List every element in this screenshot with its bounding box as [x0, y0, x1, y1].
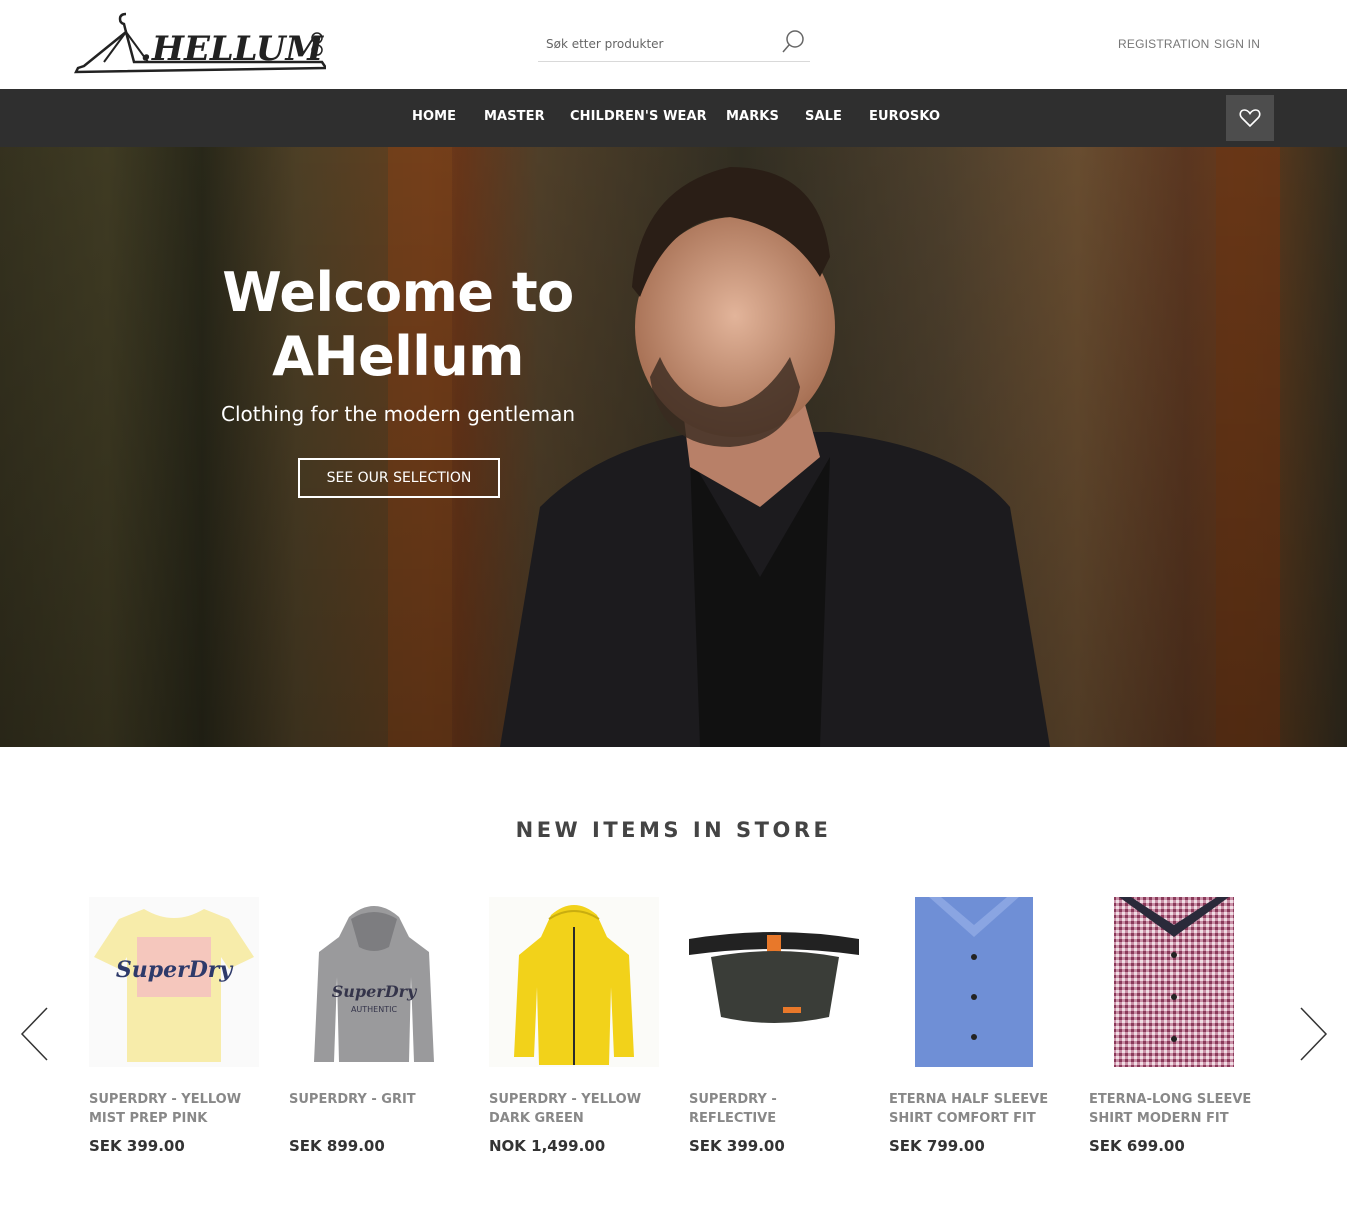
product-price: SEK 899.00 [289, 1137, 385, 1155]
product-card[interactable]: SuperDry AUTHENTIC SUPERDRY - GRIT SEK 8… [289, 897, 469, 1155]
product-image[interactable] [689, 897, 859, 1067]
svg-text:SuperDry: SuperDry [116, 957, 235, 983]
nav-item-marks[interactable]: MARKS [726, 109, 779, 124]
chevron-right-icon [1300, 1007, 1328, 1061]
sign-in-link[interactable]: SIGN IN [1214, 37, 1260, 51]
product-name[interactable]: SUPERDRY - YELLOW DARK GREEN [489, 1090, 661, 1128]
heart-icon [1239, 109, 1261, 128]
carousel-prev-arrow[interactable] [20, 1006, 50, 1062]
svg-text:AUTHENTIC: AUTHENTIC [351, 1005, 398, 1014]
section-title: NEW ITEMS IN STORE [515, 818, 832, 842]
product-price: SEK 799.00 [889, 1137, 985, 1155]
hero-image [0, 147, 1347, 747]
search-icon[interactable] [780, 28, 806, 56]
product-card[interactable]: ETERNA HALF SLEEVE SHIRT COMFORT FIT SEK… [889, 897, 1069, 1155]
logo-text: .HELLUM [140, 29, 324, 69]
svg-text:SuperDry: SuperDry [332, 982, 418, 1001]
hero-title-line2: AHellum [272, 325, 524, 388]
product-image[interactable] [1089, 897, 1259, 1067]
main-navigation: HOME MASTER CHILDREN'S WEAR MARKS SALE E… [0, 89, 1347, 147]
see-selection-button[interactable]: SEE OUR SELECTION [298, 458, 500, 498]
product-price: SEK 399.00 [89, 1137, 185, 1155]
product-card[interactable]: SUPERDRY - YELLOW DARK GREEN NOK 1,499.0… [489, 897, 669, 1155]
product-card[interactable]: SUPERDRY - REFLECTIVE SEK 399.00 [689, 897, 869, 1155]
product-price: NOK 1,499.00 [489, 1137, 606, 1155]
product-image[interactable]: SuperDry [89, 897, 259, 1067]
search-bar [538, 26, 810, 62]
product-card[interactable]: ETERNA-LONG SLEEVE SHIRT MODERN FIT SEK … [1089, 897, 1269, 1155]
product-name[interactable]: SUPERDRY - GRIT [289, 1090, 461, 1109]
product-price: SEK 699.00 [1089, 1137, 1185, 1155]
nav-item-sale[interactable]: SALE [805, 109, 842, 124]
hero-subtitle: Clothing for the modern gentleman [220, 402, 575, 426]
product-name[interactable]: SUPERDRY - REFLECTIVE [689, 1090, 861, 1128]
hero-title: Welcome to AHellum [178, 261, 618, 389]
product-card[interactable]: SuperDry SUPERDRY - YELLOW MIST PREP PIN… [89, 897, 269, 1155]
product-image[interactable] [489, 897, 659, 1067]
nav-item-master[interactable]: MASTER [484, 109, 545, 124]
chevron-left-icon [20, 1007, 48, 1061]
carousel-next-arrow[interactable] [1298, 1006, 1328, 1062]
registration-link[interactable]: REGISTRATION [1118, 37, 1210, 51]
hero-banner: Welcome to AHellum Clothing for the mode… [0, 147, 1347, 747]
product-image[interactable] [889, 897, 1059, 1067]
product-name[interactable]: SUPERDRY - YELLOW MIST PREP PINK [89, 1090, 261, 1128]
nav-item-childrens-wear[interactable]: CHILDREN'S WEAR [570, 109, 707, 124]
product-price: SEK 399.00 [689, 1137, 785, 1155]
nav-item-home[interactable]: HOME [412, 109, 456, 124]
site-header: .HELLUM REGISTRATION SIGN IN [0, 0, 1347, 89]
nav-item-eurosko[interactable]: EUROSKO [869, 109, 940, 124]
product-image[interactable]: SuperDry AUTHENTIC [289, 897, 459, 1067]
ahellum-logo[interactable]: .HELLUM [73, 10, 329, 76]
wishlist-button[interactable] [1226, 95, 1274, 141]
hero-title-line1: Welcome to [222, 261, 574, 324]
product-name[interactable]: ETERNA-LONG SLEEVE SHIRT MODERN FIT [1089, 1090, 1261, 1128]
search-input[interactable] [546, 34, 771, 54]
product-name[interactable]: ETERNA HALF SLEEVE SHIRT COMFORT FIT [889, 1090, 1061, 1128]
